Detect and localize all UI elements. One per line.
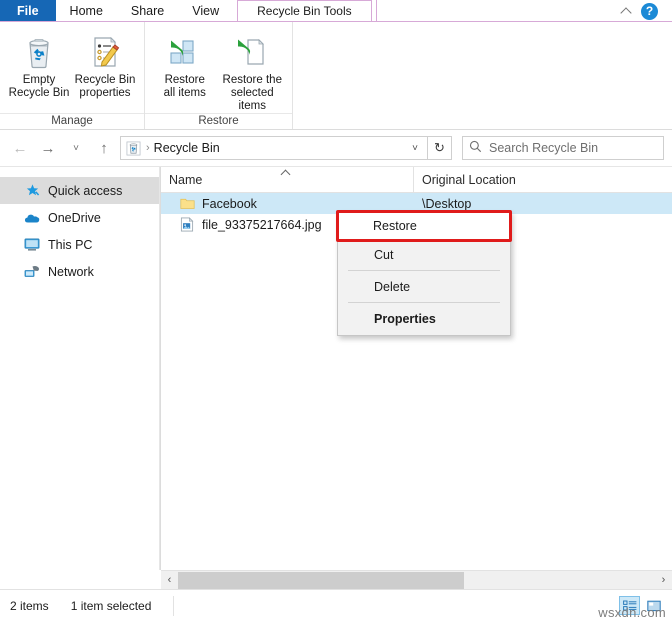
- arrow-right-icon[interactable]: →: [36, 136, 60, 160]
- watermark: wsxdn.com: [598, 605, 666, 620]
- tab-home[interactable]: Home: [56, 0, 117, 21]
- chevron-up-icon[interactable]: [621, 5, 633, 17]
- horizontal-scrollbar[interactable]: ‹ ›: [161, 570, 672, 589]
- properties-icon: [89, 30, 121, 74]
- folder-icon: [179, 196, 195, 212]
- scroll-left-arrow[interactable]: ‹: [161, 574, 178, 586]
- arrow-up-icon[interactable]: ↑: [92, 136, 116, 160]
- file-name-cell: Facebook: [161, 196, 414, 212]
- empty-recycle-bin-label: Empty Recycle Bin: [8, 74, 70, 99]
- column-header-name[interactable]: Name: [161, 166, 414, 193]
- column-header-location-label: Original Location: [422, 172, 516, 187]
- context-menu-separator: [348, 302, 500, 303]
- recycle-bin-icon: [125, 140, 142, 157]
- search-box[interactable]: Search Recycle Bin: [462, 136, 664, 160]
- tab-file[interactable]: File: [0, 0, 56, 21]
- address-dropdown-icon[interactable]: ˅: [405, 143, 425, 154]
- navigation-pane: Quick access OneDrive This PC Network: [0, 167, 160, 570]
- status-item-count: 2 items: [10, 599, 49, 613]
- column-header-original-location[interactable]: Original Location: [414, 167, 672, 193]
- ribbon-group-restore-label: Restore: [145, 113, 292, 129]
- tab-share[interactable]: Share: [117, 0, 178, 21]
- tab-view[interactable]: View: [178, 0, 233, 21]
- star-pin-icon: [24, 183, 40, 199]
- empty-recycle-bin-button[interactable]: Empty Recycle Bin: [6, 27, 72, 100]
- sidebar-item-onedrive[interactable]: OneDrive: [0, 204, 159, 231]
- sidebar-item-quick-access[interactable]: Quick access: [0, 177, 159, 204]
- sidebar-item-label: Network: [48, 264, 94, 279]
- cloud-icon: [24, 210, 40, 226]
- sidebar-item-label: OneDrive: [48, 210, 101, 225]
- status-selection-count: 1 item selected: [70, 599, 152, 613]
- ribbon-empty-area: [292, 22, 672, 129]
- restore-all-icon: [168, 30, 202, 74]
- address-bar[interactable]: › Recycle Bin ˅: [120, 136, 428, 160]
- restore-selected-items-label: Restore the selected items: [222, 74, 282, 112]
- context-menu-separator: [348, 270, 500, 271]
- restore-selected-icon: [235, 30, 269, 74]
- scrollbar-thumb[interactable]: [178, 571, 465, 589]
- search-icon: [469, 140, 482, 156]
- recycle-bin-properties-button[interactable]: Recycle Bin properties: [72, 27, 138, 100]
- context-menu-item-properties[interactable]: Properties: [338, 305, 510, 332]
- scrollbar-track[interactable]: [178, 571, 655, 589]
- monitor-icon: [24, 237, 40, 253]
- sidebar-item-label: This PC: [48, 237, 93, 252]
- column-headers: Name Original Location: [161, 166, 672, 193]
- sort-ascending-icon: [281, 168, 292, 176]
- context-menu-item-cut[interactable]: Cut: [338, 241, 510, 268]
- refresh-button[interactable]: ↻: [428, 136, 452, 160]
- ribbon-tab-strip: File Home Share View Recycle Bin Tools ?: [0, 0, 672, 22]
- sidebar-item-network[interactable]: Network: [0, 258, 159, 285]
- ribbon: Empty Recycle Bin Recycle Bin properties…: [0, 22, 672, 130]
- ribbon-group-manage: Empty Recycle Bin Recycle Bin properties…: [0, 22, 144, 129]
- file-name-label: file_93375217664.jpg: [202, 217, 322, 232]
- file-name-label: Facebook: [202, 196, 257, 211]
- file-location-cell: \Desktop: [422, 196, 472, 211]
- ribbon-group-manage-label: Manage: [0, 113, 144, 129]
- arrow-left-icon[interactable]: ←: [8, 136, 32, 160]
- recycle-bin-icon: [23, 30, 55, 74]
- context-menu-item-restore-highlighted[interactable]: Restore: [337, 211, 511, 241]
- restore-all-items-button[interactable]: Restore all items: [151, 27, 219, 100]
- breadcrumb-separator: ›: [146, 142, 150, 154]
- column-header-name-label: Name: [169, 172, 203, 187]
- breadcrumb-recycle-bin[interactable]: Recycle Bin: [154, 141, 401, 155]
- navigation-bar: ← → ˅ ↑ › Recycle Bin ˅ ↻ Search Recycle…: [0, 130, 672, 166]
- help-icon[interactable]: ?: [641, 2, 658, 20]
- network-icon: [24, 264, 40, 280]
- chevron-down-icon[interactable]: ˅: [64, 136, 88, 160]
- tab-recycle-bin-tools[interactable]: Recycle Bin Tools: [237, 0, 372, 21]
- scroll-right-arrow[interactable]: ›: [655, 574, 672, 586]
- search-input[interactable]: Search Recycle Bin: [489, 141, 598, 155]
- status-divider: [173, 596, 175, 616]
- ribbon-window-actions: ?: [621, 0, 666, 22]
- restore-all-items-label: Restore all items: [163, 74, 206, 99]
- main-area: Quick access OneDrive This PC Network Na…: [0, 166, 672, 570]
- ribbon-group-restore: Restore all items Restore the selected i…: [144, 22, 292, 129]
- context-menu-item-delete[interactable]: Delete: [338, 273, 510, 300]
- recycle-bin-properties-label: Recycle Bin properties: [74, 74, 136, 99]
- status-bar: 2 items 1 item selected: [0, 589, 672, 622]
- restore-selected-items-button[interactable]: Restore the selected items: [219, 27, 287, 113]
- image-file-icon: [179, 217, 195, 233]
- sidebar-item-this-pc[interactable]: This PC: [0, 231, 159, 258]
- sidebar-item-label: Quick access: [48, 183, 123, 198]
